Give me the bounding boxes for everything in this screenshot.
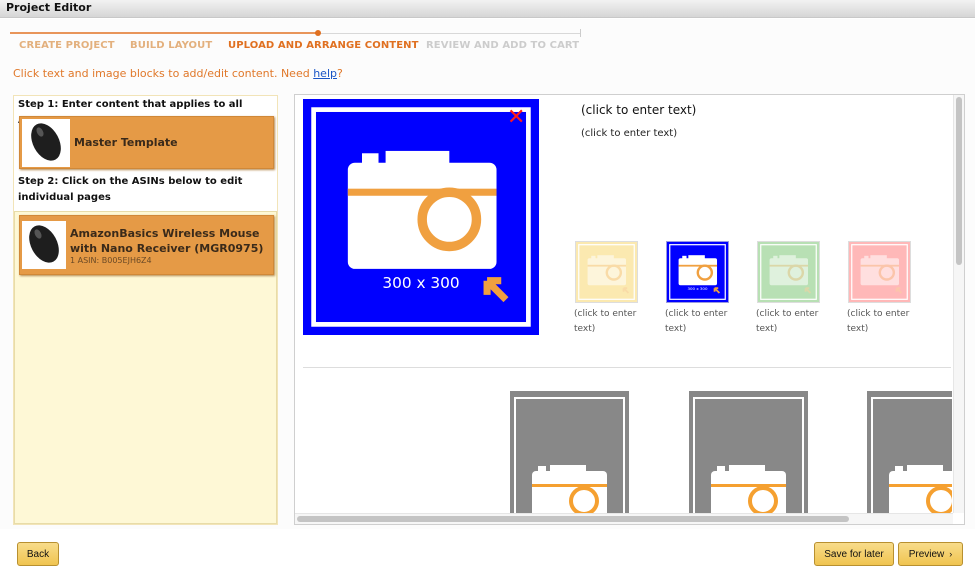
layout-thumbnail[interactable]: 300 x 300 <box>666 241 729 303</box>
remove-image-icon[interactable]: ✕ <box>507 107 525 129</box>
step-upload-arrange[interactable]: UPLOAD AND ARRANGE CONTENT <box>228 40 419 51</box>
image-placeholder-block[interactable] <box>689 391 808 513</box>
progress-end-tick <box>580 29 581 37</box>
window-title: Project Editor <box>0 0 975 18</box>
thumbnail-caption[interactable]: (click to enter text) <box>574 307 644 337</box>
preview-button[interactable]: Preview › <box>898 542 963 566</box>
thumbnail-caption[interactable]: (click to enter text) <box>847 307 917 337</box>
camera-placeholder-icon <box>576 242 637 302</box>
step-build-layout[interactable]: BUILD LAYOUT <box>130 40 212 51</box>
horizontal-scrollbar[interactable] <box>295 513 953 524</box>
instruction-suffix: ? <box>336 67 343 80</box>
mouse-icon <box>29 225 59 263</box>
editor-canvas: 300 x 300 ✕ (click to enter text) (click… <box>294 94 965 525</box>
svg-text:300 x 300: 300 x 300 <box>382 274 459 292</box>
image-placeholder-block[interactable] <box>510 391 629 513</box>
heading-text-block[interactable]: (click to enter text) <box>581 103 696 117</box>
image-placeholder-block[interactable] <box>867 391 952 513</box>
mouse-thumbnail <box>22 118 70 168</box>
back-button[interactable]: Back <box>17 542 59 566</box>
vertical-scroll-thumb[interactable] <box>956 97 962 265</box>
progress-fill <box>10 32 318 34</box>
asin-item[interactable]: AmazonBasics Wireless Mouse with Nano Re… <box>19 215 274 275</box>
body-text-block[interactable]: (click to enter text) <box>581 128 677 139</box>
asin-item-sub: 1 ASIN: B005EJH6Z4 <box>70 255 152 265</box>
mouse-thumbnail <box>22 221 66 269</box>
layout-thumbnail[interactable] <box>848 241 911 303</box>
progress-dot <box>315 30 321 36</box>
camera-placeholder-icon <box>689 391 808 513</box>
instruction-label: Click text and image blocks to add/edit … <box>13 67 314 80</box>
mouse-image <box>24 118 68 168</box>
instruction-text: Click text and image blocks to add/edit … <box>13 67 343 80</box>
chevron-right-icon: › <box>949 549 953 559</box>
layout-thumbnail[interactable] <box>575 241 638 303</box>
camera-placeholder-icon <box>758 242 819 302</box>
asin-item-title: AmazonBasics Wireless Mouse with Nano Re… <box>70 226 264 255</box>
main-image-block[interactable]: 300 x 300 <box>303 99 539 335</box>
thumbnail-caption[interactable]: (click to enter text) <box>756 307 826 337</box>
mouse-image <box>22 220 66 270</box>
camera-placeholder-icon <box>867 391 952 513</box>
step-create-project[interactable]: CREATE PROJECT <box>19 40 115 51</box>
step-review-cart: REVIEW AND ADD TO CART <box>426 40 580 51</box>
camera-placeholder-icon <box>510 391 629 513</box>
step2-heading: Step 2: Click on the ASINs below to edit… <box>18 176 243 203</box>
layout-thumbnail[interactable] <box>757 241 820 303</box>
camera-placeholder-icon: 300 x 300 <box>303 99 539 335</box>
help-link[interactable]: help <box>313 67 337 80</box>
preview-label: Preview <box>908 548 945 560</box>
vertical-scrollbar[interactable] <box>953 95 964 513</box>
master-template-card[interactable]: Master Template <box>19 116 274 169</box>
camera-placeholder-icon <box>849 242 910 302</box>
thumbnail-caption[interactable]: (click to enter text) <box>665 307 735 337</box>
horizontal-scroll-thumb[interactable] <box>297 516 849 522</box>
save-for-later-button[interactable]: Save for later <box>814 542 894 566</box>
camera-placeholder-icon: 300 x 300 <box>667 242 728 302</box>
asin-list: AmazonBasics Wireless Mouse with Nano Re… <box>14 211 277 524</box>
svg-text:300 x 300: 300 x 300 <box>688 286 708 291</box>
mouse-icon <box>31 122 61 161</box>
master-template-label: Master Template <box>74 136 178 149</box>
second-row-clip <box>295 368 952 513</box>
